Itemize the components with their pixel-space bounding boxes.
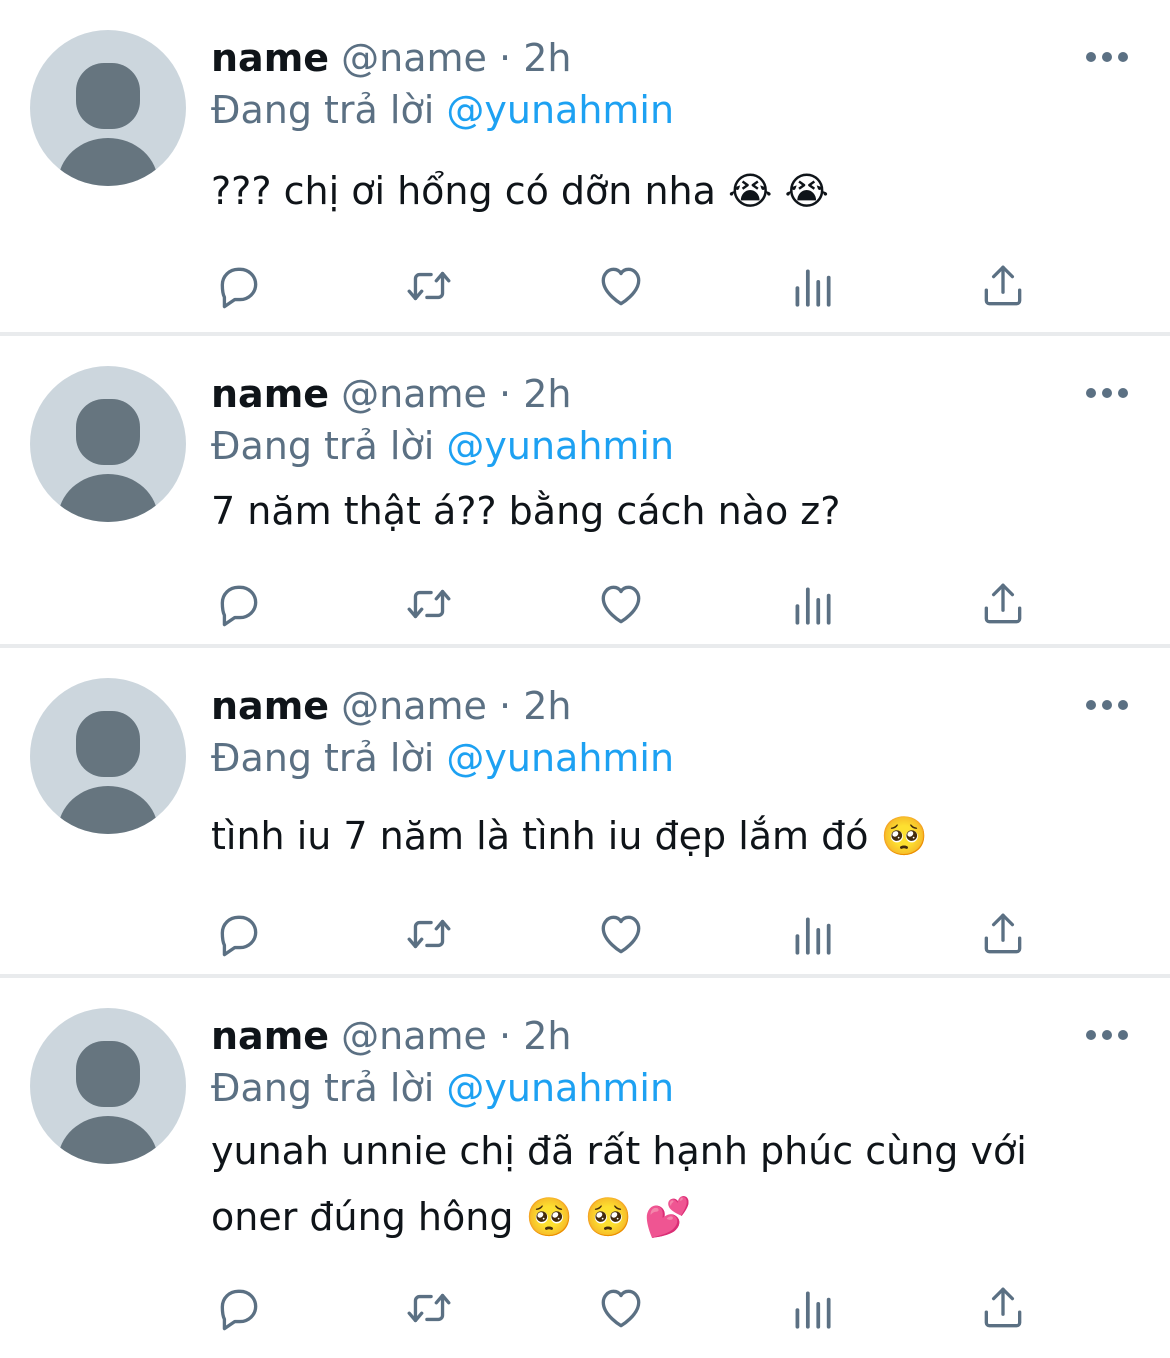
share-icon[interactable]	[975, 906, 1031, 962]
timestamp[interactable]: 2h	[523, 1014, 571, 1058]
heart-icon[interactable]	[593, 576, 649, 632]
timestamp[interactable]: 2h	[523, 684, 571, 728]
user-handle[interactable]: @name	[341, 1014, 487, 1058]
retweet-icon[interactable]	[401, 258, 457, 314]
views-icon[interactable]	[784, 258, 840, 314]
replying-to-label: Đang trả lời	[211, 736, 435, 780]
more-icon[interactable]	[1086, 52, 1128, 64]
action-bar	[211, 258, 1041, 314]
retweet-icon[interactable]	[401, 906, 457, 962]
user-handle[interactable]: @name	[341, 684, 487, 728]
tweet[interactable]: name @name · 2h Đang trả lời @yunahmin 7…	[0, 336, 1170, 648]
reply-icon[interactable]	[211, 258, 267, 314]
display-name[interactable]: name	[211, 36, 329, 80]
share-icon[interactable]	[975, 576, 1031, 632]
more-icon[interactable]	[1086, 1030, 1128, 1042]
reply-feed: name @name · 2h Đang trả lời @yunahmin ?…	[0, 0, 1170, 1358]
reply-mention-link[interactable]: @yunahmin	[446, 1066, 674, 1110]
action-bar	[211, 1280, 1041, 1336]
share-icon[interactable]	[975, 258, 1031, 314]
avatar[interactable]	[30, 30, 186, 186]
separator-dot: ·	[499, 1014, 512, 1058]
more-icon[interactable]	[1086, 700, 1128, 712]
tweet-text: ??? chị ơi hổng có dỡn nha 😭 😭	[211, 169, 829, 213]
tweet-header: name @name · 2h	[211, 684, 571, 728]
tweet[interactable]: name @name · 2h Đang trả lời @yunahmin t…	[0, 648, 1170, 978]
share-icon[interactable]	[975, 1280, 1031, 1336]
separator-dot: ·	[499, 36, 512, 80]
views-icon[interactable]	[784, 576, 840, 632]
views-icon[interactable]	[784, 906, 840, 962]
separator-dot: ·	[499, 372, 512, 416]
replying-to: Đang trả lời @yunahmin	[211, 88, 674, 132]
tweet-header: name @name · 2h	[211, 1014, 571, 1058]
reply-icon[interactable]	[211, 906, 267, 962]
retweet-icon[interactable]	[401, 1280, 457, 1336]
avatar[interactable]	[30, 366, 186, 522]
replying-to: Đang trả lời @yunahmin	[211, 736, 674, 780]
heart-icon[interactable]	[593, 906, 649, 962]
replying-to-label: Đang trả lời	[211, 88, 435, 132]
heart-icon[interactable]	[593, 1280, 649, 1336]
display-name[interactable]: name	[211, 372, 329, 416]
avatar[interactable]	[30, 678, 186, 834]
display-name[interactable]: name	[211, 1014, 329, 1058]
user-handle[interactable]: @name	[341, 372, 487, 416]
reply-icon[interactable]	[211, 1280, 267, 1336]
user-handle[interactable]: @name	[341, 36, 487, 80]
timestamp[interactable]: 2h	[523, 372, 571, 416]
tweet-text: yunah unnie chị đã rất hạnh phúc cùng vớ…	[211, 1129, 1027, 1239]
action-bar	[211, 906, 1041, 962]
tweet-text: 7 năm thật á?? bằng cách nào z?	[211, 489, 841, 533]
action-bar	[211, 576, 1041, 632]
separator-dot: ·	[499, 684, 512, 728]
tweet[interactable]: name @name · 2h Đang trả lời @yunahmin ?…	[0, 0, 1170, 336]
retweet-icon[interactable]	[401, 576, 457, 632]
tweet-header: name @name · 2h	[211, 36, 571, 80]
reply-mention-link[interactable]: @yunahmin	[446, 88, 674, 132]
views-icon[interactable]	[784, 1280, 840, 1336]
avatar[interactable]	[30, 1008, 186, 1164]
replying-to-label: Đang trả lời	[211, 1066, 435, 1110]
reply-mention-link[interactable]: @yunahmin	[446, 736, 674, 780]
replying-to: Đang trả lời @yunahmin	[211, 424, 674, 468]
tweet[interactable]: name @name · 2h Đang trả lời @yunahmin y…	[0, 978, 1170, 1358]
replying-to: Đang trả lời @yunahmin	[211, 1066, 674, 1110]
more-icon[interactable]	[1086, 388, 1128, 400]
replying-to-label: Đang trả lời	[211, 424, 435, 468]
heart-icon[interactable]	[593, 258, 649, 314]
tweet-text: tình iu 7 năm là tình iu đẹp lắm đó 🥺	[211, 814, 928, 858]
display-name[interactable]: name	[211, 684, 329, 728]
reply-mention-link[interactable]: @yunahmin	[446, 424, 674, 468]
tweet-header: name @name · 2h	[211, 372, 571, 416]
timestamp[interactable]: 2h	[523, 36, 571, 80]
reply-icon[interactable]	[211, 576, 267, 632]
